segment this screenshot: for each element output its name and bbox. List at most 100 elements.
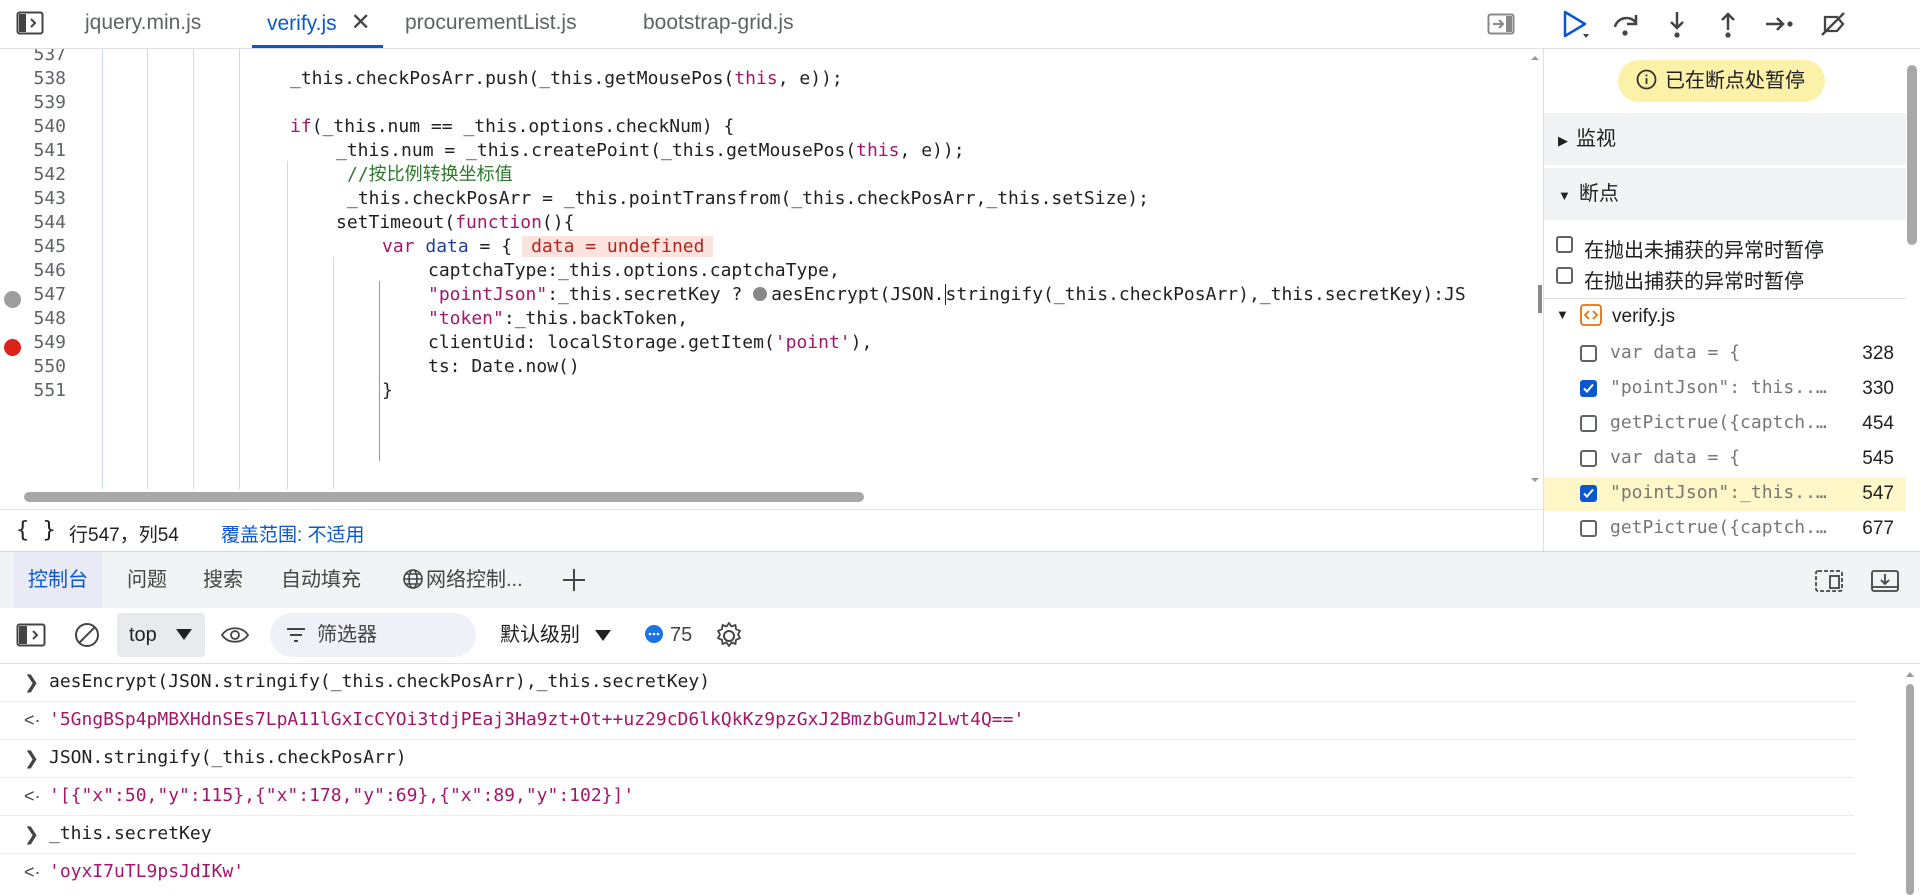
- console-input-line: ❯ _this.secretKey: [0, 816, 1854, 854]
- breakpoints-section-header[interactable]: ▼ 断点: [1544, 168, 1906, 220]
- tab-jquery[interactable]: jquery.min.js: [85, 0, 201, 48]
- line-number[interactable]: 550: [20, 356, 66, 377]
- disabled-breakpoint-marker[interactable]: [4, 291, 21, 308]
- pause-caught-option[interactable]: 在抛出捕获的异常时暂停: [1544, 263, 1906, 293]
- undock-drawer-icon[interactable]: [1870, 568, 1900, 594]
- tab-label: jquery.min.js: [85, 11, 202, 34]
- line-number[interactable]: 543: [20, 188, 66, 209]
- line-number[interactable]: 546: [20, 260, 66, 281]
- breakpoint-item[interactable]: var data = { 328: [1544, 337, 1906, 371]
- line-number[interactable]: 551: [20, 380, 66, 401]
- tab-label: procurementList.js: [405, 11, 577, 34]
- pretty-print-button[interactable]: { }: [16, 518, 56, 543]
- indent-guide: [287, 161, 288, 489]
- console-result-line: <· '[{"x":50,"y":115},{"x":178,"y":69},{…: [0, 778, 1854, 816]
- breakpoint-item[interactable]: "pointJson": this.... 330: [1544, 372, 1906, 406]
- breakpoint-item[interactable]: getPictrue({captch... 454: [1544, 407, 1906, 441]
- breakpoint-checkbox[interactable]: [1580, 415, 1597, 432]
- result-arrow-icon: <·: [24, 862, 41, 882]
- line-number[interactable]: 541: [20, 140, 66, 161]
- dock-side-icon[interactable]: [1814, 568, 1844, 594]
- code-editor[interactable]: 537 538 539 540 541 542 543 544 545 546 …: [0, 49, 1543, 509]
- debugger-sidebar: 已在断点处暂停 ▶ 监视 ▼ 断点 在抛出未捕获的异常时暂停 在抛出捕获的异常时暂停…: [1543, 49, 1920, 551]
- watch-section-header[interactable]: ▶ 监视: [1544, 113, 1906, 165]
- divider: [1544, 298, 1906, 299]
- tab-network-conditions[interactable]: 网络控制...: [402, 552, 523, 608]
- dropdown-arrow-icon: [594, 629, 612, 642]
- step-over-icon[interactable]: [1606, 4, 1646, 44]
- breakpoint-item-active[interactable]: "pointJson":_this.... 547: [1544, 477, 1906, 511]
- breakpoint-checkbox[interactable]: [1580, 520, 1597, 537]
- console-scrollbar[interactable]: [1905, 670, 1915, 895]
- breakpoint-checkbox-checked[interactable]: [1580, 485, 1597, 502]
- sidebar-scrollbar[interactable]: [1907, 65, 1917, 245]
- tab-issues[interactable]: 问题: [127, 552, 167, 608]
- line-number[interactable]: 548: [20, 308, 66, 329]
- console-sidebar-toggle-icon[interactable]: [16, 623, 46, 647]
- clear-console-icon[interactable]: [73, 621, 101, 649]
- debugger-toolbar: [1543, 0, 1920, 49]
- editor-status-bar: { } 行547，列54 覆盖范围: 不适用: [0, 509, 1543, 551]
- pause-uncaught-option[interactable]: 在抛出未捕获的异常时暂停: [1544, 232, 1906, 262]
- line-number[interactable]: 538: [20, 68, 66, 89]
- line-number[interactable]: 547: [20, 284, 66, 305]
- deactivate-breakpoints-icon[interactable]: [1813, 4, 1853, 44]
- breakpoint-checkbox-checked[interactable]: [1580, 380, 1597, 397]
- line-number[interactable]: 549: [20, 332, 66, 353]
- inline-breakpoint-icon[interactable]: [753, 287, 768, 301]
- breakpoint-marker[interactable]: [4, 339, 21, 356]
- line-number[interactable]: 545: [20, 236, 66, 257]
- dropdown-arrow-icon: [175, 628, 193, 641]
- tab-autofill[interactable]: 自动填充: [281, 552, 361, 608]
- add-tab-icon[interactable]: [560, 566, 588, 594]
- line-number[interactable]: 544: [20, 212, 66, 233]
- tab-bootstrap-grid[interactable]: bootstrap-grid.js: [643, 0, 794, 48]
- prompt-chevron-icon: ❯: [24, 672, 40, 692]
- log-level-dropdown[interactable]: 默认级别: [500, 613, 612, 657]
- editor-horizontal-scrollbar[interactable]: [24, 492, 864, 502]
- breakpoint-checkbox[interactable]: [1580, 345, 1597, 362]
- indent-guide: [193, 49, 194, 489]
- indent-guide: [333, 257, 334, 489]
- tab-console[interactable]: 控制台: [14, 552, 102, 608]
- step-icon[interactable]: [1759, 4, 1799, 44]
- resume-icon[interactable]: [1555, 4, 1595, 44]
- collapse-triangle-icon: ▼: [1558, 188, 1571, 203]
- console-input-line: ❯ aesEncrypt(JSON.stringify(_this.checkP…: [0, 664, 1854, 702]
- step-into-icon[interactable]: [1657, 4, 1697, 44]
- tab-search[interactable]: 搜索: [203, 552, 243, 608]
- code-line-538: _this.checkPosArr.push(_this.getMousePos…: [290, 68, 843, 89]
- toggle-debugger-icon[interactable]: [1487, 13, 1515, 35]
- tab-procurementlist[interactable]: procurementList.js: [405, 0, 577, 48]
- context-selector[interactable]: top: [117, 613, 205, 657]
- result-arrow-icon: <·: [24, 710, 41, 730]
- console-output[interactable]: ❯ aesEncrypt(JSON.stringify(_this.checkP…: [0, 664, 1920, 895]
- toggle-navigator-icon[interactable]: [16, 11, 44, 35]
- coverage-link[interactable]: 覆盖范围: 不适用: [221, 520, 365, 547]
- line-number[interactable]: 542: [20, 164, 66, 185]
- live-expression-eye-icon[interactable]: [220, 624, 250, 646]
- indent-guide: [239, 49, 240, 489]
- indent-guide: [147, 49, 148, 489]
- breakpoint-checkbox[interactable]: [1580, 450, 1597, 467]
- message-bubble-icon: [644, 624, 664, 644]
- editor-vertical-scrollbar[interactable]: [1528, 53, 1542, 485]
- console-filter-input[interactable]: 筛选器: [270, 613, 476, 657]
- breakpoint-file-group[interactable]: ▼ verify.js: [1544, 300, 1906, 334]
- breakpoint-item[interactable]: getPictrue({captch... 677: [1544, 512, 1906, 546]
- pause-caught-checkbox[interactable]: [1556, 267, 1573, 284]
- step-out-icon[interactable]: [1708, 4, 1748, 44]
- message-count[interactable]: 75: [644, 613, 692, 657]
- collapse-triangle-icon: ▼: [1556, 307, 1569, 322]
- pause-uncaught-checkbox[interactable]: [1556, 236, 1573, 253]
- line-number[interactable]: 537: [20, 49, 66, 65]
- console-toolbar: top 筛选器 默认级别 75: [0, 608, 1920, 664]
- tab-verify[interactable]: verify.js ✕: [252, 0, 383, 48]
- line-number[interactable]: 539: [20, 92, 66, 113]
- line-number[interactable]: 540: [20, 116, 66, 137]
- close-tab-icon[interactable]: ✕: [351, 9, 371, 36]
- paused-status-badge: 已在断点处暂停: [1618, 60, 1825, 102]
- breakpoint-item[interactable]: var data = { 545: [1544, 442, 1906, 476]
- console-settings-gear-icon[interactable]: [713, 620, 745, 652]
- prompt-chevron-icon: ❯: [24, 748, 40, 768]
